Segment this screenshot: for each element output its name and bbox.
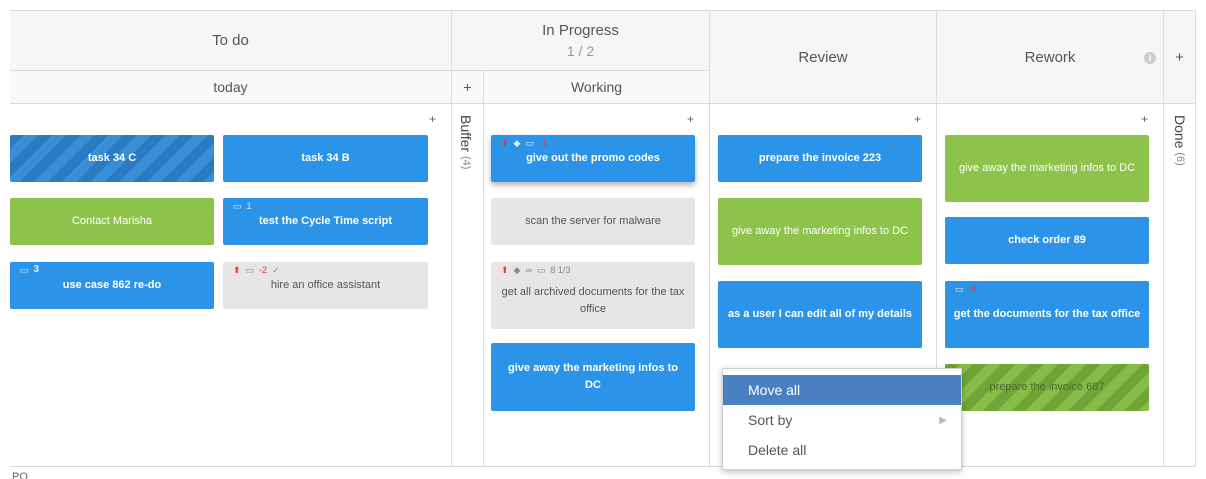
- card-title: give away the marketing infos to DC: [958, 162, 1136, 174]
- calendar-icon: ▭: [233, 201, 242, 211]
- card-title: test the Cycle Time script: [258, 215, 393, 227]
- card-title: check order 89: [1008, 234, 1086, 246]
- task-card[interactable]: task 34 B: [223, 135, 428, 182]
- divider: [1195, 10, 1196, 466]
- task-card[interactable]: give away the marketing infos to DC: [491, 343, 695, 411]
- card-title: give away the marketing infos to DC: [508, 362, 678, 391]
- add-card-button[interactable]: +: [429, 113, 436, 125]
- card-title: Contact Marisha: [71, 215, 153, 227]
- kanban-board: To do today In Progress 1 / 2 + Working …: [0, 0, 1206, 479]
- add-column-button[interactable]: +: [1164, 11, 1195, 103]
- task-card[interactable]: ⬆ ▭ -2 ✓ hire an office assistant: [223, 262, 428, 309]
- divider: [483, 70, 484, 466]
- task-card[interactable]: scan the server for malware: [491, 198, 695, 245]
- lane-header-working: Working: [484, 71, 709, 103]
- task-card[interactable]: ▭ 1 test the Cycle Time script: [223, 198, 428, 245]
- task-card[interactable]: give away the marketing infos to DC: [718, 198, 922, 265]
- card-title: hire an office assistant: [270, 279, 381, 291]
- task-card[interactable]: as a user I can edit all of my details: [718, 281, 922, 348]
- column-title: Review: [798, 48, 848, 66]
- priority-icon: ⬆: [501, 138, 509, 148]
- lane-header-today: today: [10, 71, 451, 103]
- add-card-button[interactable]: +: [687, 113, 694, 125]
- column-header-rework: Rework: [937, 11, 1163, 103]
- card-title: use case 862 re-do: [62, 279, 162, 291]
- task-card[interactable]: ⬆ ◆ ∞ ▭ 8 1/3 get all archived documents for…: [491, 262, 695, 329]
- add-card-button[interactable]: +: [1141, 113, 1148, 125]
- buffer-lane-label[interactable]: Buffer (4): [458, 115, 474, 169]
- lane-title: Working: [570, 79, 623, 95]
- column-header-in-progress: In Progress 1 / 2: [452, 11, 709, 70]
- swimlane-label: PO: [12, 471, 28, 479]
- calendar-icon: ▭: [20, 265, 29, 275]
- task-card[interactable]: give away the marketing infos to DC: [945, 135, 1149, 202]
- column-title: Rework: [1024, 48, 1076, 66]
- info-icon[interactable]: i: [1144, 52, 1156, 64]
- card-title: give away the marketing infos to DC: [731, 225, 909, 237]
- card-title: as a user I can edit all of my details: [727, 308, 913, 320]
- done-column-label[interactable]: Done (6): [1172, 115, 1188, 166]
- header-bottom-border: [10, 103, 1196, 104]
- menu-item-sort-by[interactable]: Sort by ▶: [723, 405, 961, 435]
- calendar-icon: ▭: [525, 138, 534, 148]
- menu-item-delete-all[interactable]: Delete all: [723, 435, 961, 465]
- task-card[interactable]: task 34 C: [10, 135, 214, 182]
- card-title: get all archived documents for the tax o…: [501, 285, 685, 315]
- context-menu: Move all Sort by ▶ Delete all: [722, 368, 962, 470]
- calendar-icon: ▭: [955, 284, 964, 294]
- task-card[interactable]: ⬆ ◆ ▭ -1 give out the promo codes: [491, 135, 695, 182]
- chevron-right-icon: ▶: [939, 414, 947, 426]
- card-title: prepare the invoice 223: [758, 152, 882, 164]
- column-header-review: Review: [710, 11, 936, 103]
- column-title: In Progress: [542, 22, 619, 39]
- task-card[interactable]: check order 89: [945, 217, 1149, 264]
- add-lane-button[interactable]: +: [452, 71, 483, 103]
- task-card[interactable]: ▭ 3 use case 862 re-do: [10, 262, 214, 309]
- add-card-button[interactable]: +: [914, 113, 921, 125]
- card-title: task 34 C: [87, 152, 137, 164]
- card-title: task 34 B: [301, 152, 350, 164]
- board-bottom-border: [10, 466, 1196, 467]
- card-title: scan the server for malware: [525, 215, 661, 227]
- tag-icon: ◆: [513, 265, 521, 275]
- tag-icon: ◆: [513, 138, 521, 148]
- task-card[interactable]: prepare the invoice 223: [718, 135, 922, 182]
- task-card[interactable]: Contact Marisha: [10, 198, 214, 245]
- link-icon: ∞: [525, 265, 532, 275]
- menu-item-move-all[interactable]: Move all: [723, 375, 961, 405]
- priority-icon: ⬆: [501, 265, 509, 275]
- check-icon: ✓: [272, 265, 280, 275]
- priority-icon: ⬆: [233, 265, 241, 275]
- lane-title: today: [213, 79, 248, 95]
- card-title: prepare the invoice 687: [989, 381, 1105, 393]
- calendar-icon: ▭: [245, 265, 255, 275]
- calendar-icon: ▭: [536, 265, 546, 275]
- wip-count: 1 / 2: [566, 43, 595, 59]
- column-title: To do: [212, 32, 249, 49]
- task-card[interactable]: prepare the invoice 687: [945, 364, 1149, 411]
- card-title: give out the promo codes: [526, 152, 660, 164]
- task-card[interactable]: ▭ -8 get the documents for the tax office: [945, 281, 1149, 348]
- card-title: get the documents for the tax office: [953, 308, 1141, 320]
- column-header-todo: To do: [10, 11, 451, 70]
